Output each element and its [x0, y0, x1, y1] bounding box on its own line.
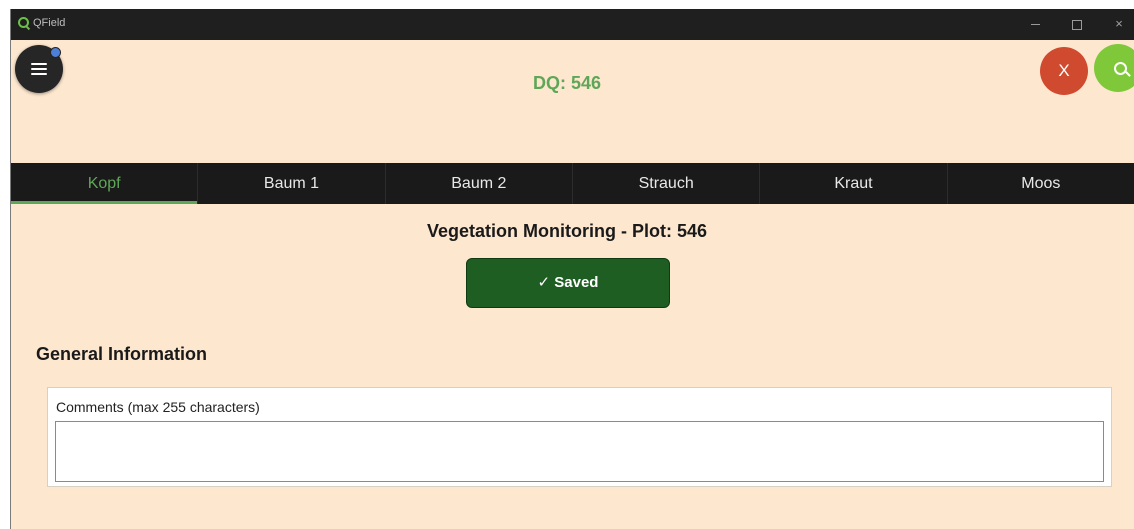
section-title: Vegetation Monitoring - Plot: 546	[426, 221, 707, 241]
comments-label: Comments (max 255 characters)	[56, 399, 260, 415]
window-title: QField	[33, 17, 66, 29]
form-title: DQ: 546	[532, 73, 602, 93]
form-tab-bar: Kopf Baum 1 Baum 2 Strauch Kraut Moos	[11, 163, 1134, 204]
tab-baum-1[interactable]: Baum 1	[198, 163, 386, 204]
comments-input[interactable]	[55, 421, 1104, 482]
tab-strauch[interactable]: Strauch	[573, 163, 761, 204]
saved-button[interactable]: ✓ Saved	[466, 258, 670, 308]
tab-kraut[interactable]: Kraut	[760, 163, 948, 204]
notification-dot	[50, 47, 61, 58]
comments-field-card: Comments (max 255 characters)	[47, 387, 1112, 487]
window-titlebar: QField ×	[11, 9, 1134, 40]
maximize-icon	[1072, 19, 1082, 30]
maximize-button[interactable]	[1057, 9, 1097, 40]
tab-moos[interactable]: Moos	[948, 163, 1134, 204]
group-title: General Information	[36, 344, 208, 364]
qfield-logo-icon	[18, 17, 29, 28]
close-window-button[interactable]: ×	[1099, 9, 1134, 40]
tab-baum-2[interactable]: Baum 2	[386, 163, 573, 204]
tab-kopf[interactable]: Kopf	[11, 163, 199, 204]
minimize-icon	[1030, 24, 1040, 26]
minimize-button[interactable]	[1015, 9, 1055, 40]
